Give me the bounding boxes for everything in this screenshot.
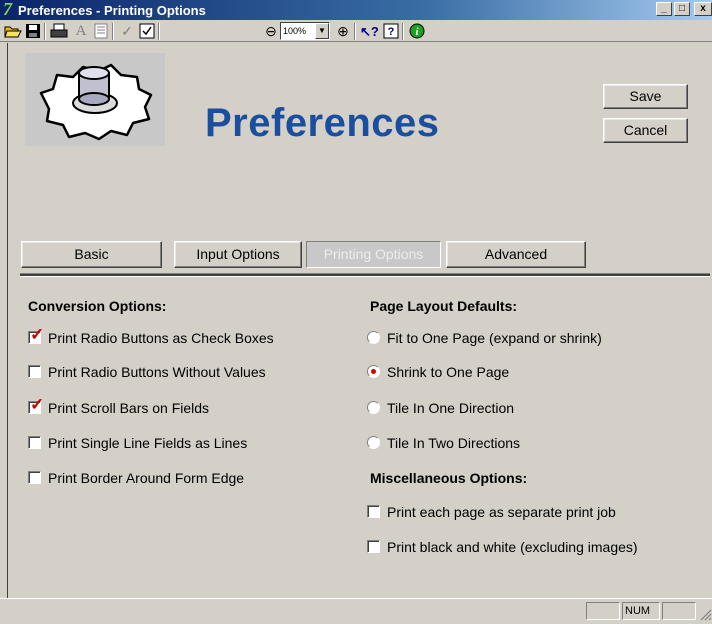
- option-label: Tile In Two Directions: [387, 435, 521, 451]
- option-radio-as-checkboxes[interactable]: ✓ Print Radio Buttons as Check Boxes: [28, 326, 358, 348]
- num-lock-indicator: NUM: [622, 602, 660, 620]
- option-label: Shrink to One Page: [387, 364, 510, 380]
- minimize-button[interactable]: _: [656, 2, 672, 16]
- svg-text:?: ?: [388, 26, 395, 38]
- zoom-in-icon[interactable]: ⊕: [334, 23, 352, 40]
- option-label: Print Radio Buttons Without Values: [48, 364, 266, 380]
- tab-basic[interactable]: Basic: [21, 241, 162, 268]
- cancel-button[interactable]: Cancel: [603, 118, 688, 143]
- option-fit-one-page[interactable]: Fit to One Page (expand or shrink): [367, 330, 697, 348]
- conversion-options-title: Conversion Options:: [28, 298, 167, 314]
- help-icon[interactable]: ?: [382, 23, 400, 40]
- radio-button[interactable]: [367, 436, 380, 449]
- spell-form-icon[interactable]: [138, 23, 156, 40]
- toolbar: A ✓ ⊖ 100% ▼ ⊕ ↖? ? i: [0, 20, 712, 42]
- chevron-down-icon[interactable]: ▼: [315, 23, 329, 39]
- checkbox[interactable]: [367, 505, 380, 518]
- option-label: Print Single Line Fields as Lines: [48, 435, 248, 451]
- checkbox[interactable]: ✓: [28, 326, 44, 344]
- radio-button[interactable]: [367, 401, 380, 414]
- resize-grip-icon[interactable]: [698, 607, 712, 621]
- radio-button[interactable]: [367, 365, 380, 378]
- save-icon[interactable]: [24, 23, 42, 40]
- zoom-value: 100%: [283, 26, 307, 36]
- tab-input-options[interactable]: Input Options: [174, 241, 302, 268]
- zoom-out-icon[interactable]: ⊖: [262, 23, 280, 40]
- option-radio-without-values[interactable]: Print Radio Buttons Without Values: [28, 364, 358, 382]
- status-bar: NUM: [0, 598, 712, 624]
- option-scroll-bars[interactable]: ✓ Print Scroll Bars on Fields: [28, 396, 358, 418]
- tab-divider: [20, 273, 710, 277]
- checkbox[interactable]: ✓: [28, 396, 44, 414]
- status-cell-empty: [662, 602, 696, 620]
- toolbar-separator: [354, 23, 356, 40]
- page-layout-title: Page Layout Defaults:: [370, 298, 518, 314]
- maximize-button[interactable]: □: [674, 2, 690, 16]
- option-tile-two-directions[interactable]: Tile In Two Directions: [367, 435, 697, 453]
- option-label: Fit to One Page (expand or shrink): [387, 330, 602, 346]
- option-label: Print black and white (excluding images): [387, 539, 638, 555]
- checkbox[interactable]: [28, 471, 41, 484]
- option-label: Print Border Around Form Edge: [48, 470, 245, 486]
- option-label: Print Radio Buttons as Check Boxes: [48, 330, 274, 346]
- spell-check-icon[interactable]: ✓: [118, 23, 136, 40]
- option-label: Print Scroll Bars on Fields: [48, 400, 210, 416]
- option-label: Tile In One Direction: [387, 400, 515, 416]
- print-icon[interactable]: [50, 23, 68, 40]
- preferences-window: 7 Preferences - Printing Options _ □ x A…: [0, 0, 712, 624]
- option-separate-print-job[interactable]: Print each page as separate print job: [367, 504, 707, 522]
- option-label: Print each page as separate print job: [387, 504, 616, 520]
- toolbar-separator: [402, 23, 404, 40]
- option-border-form-edge[interactable]: Print Border Around Form Edge: [28, 470, 358, 488]
- checkbox[interactable]: [28, 436, 41, 449]
- option-black-and-white[interactable]: Print black and white (excluding images): [367, 539, 707, 557]
- title-bar[interactable]: 7 Preferences - Printing Options _ □ x: [0, 0, 712, 20]
- checkbox[interactable]: [28, 365, 41, 378]
- option-single-line-fields[interactable]: Print Single Line Fields as Lines: [28, 435, 358, 453]
- preferences-panel: Preferences Save Cancel Basic Input Opti…: [9, 43, 712, 598]
- zoom-select[interactable]: 100% ▼: [280, 22, 330, 40]
- radio-dot-icon: [371, 369, 376, 374]
- toolbar-separator: [112, 23, 114, 40]
- radio-button[interactable]: [367, 331, 380, 344]
- status-cell-empty: [586, 602, 620, 620]
- whats-this-icon[interactable]: ↖?: [360, 23, 379, 40]
- save-button[interactable]: Save: [603, 84, 688, 109]
- info-icon[interactable]: i: [408, 23, 426, 40]
- tab-advanced[interactable]: Advanced: [446, 241, 586, 268]
- close-button[interactable]: x: [694, 2, 712, 16]
- checkbox[interactable]: [367, 540, 380, 553]
- check-mark-icon: ✓: [30, 395, 45, 414]
- window-left-frame: [0, 43, 8, 598]
- window-title: Preferences - Printing Options: [18, 3, 206, 18]
- page-title: Preferences: [205, 101, 440, 145]
- tab-printing-options[interactable]: Printing Options: [306, 241, 441, 268]
- app-icon: 7: [3, 0, 12, 19]
- option-tile-one-direction[interactable]: Tile In One Direction: [367, 400, 697, 418]
- misc-options-title: Miscellaneous Options:: [370, 470, 528, 486]
- option-shrink-one-page[interactable]: Shrink to One Page: [367, 364, 697, 382]
- form-icon[interactable]: [92, 23, 110, 40]
- gear-logo-icon: [25, 53, 165, 146]
- font-icon[interactable]: A: [72, 23, 90, 40]
- check-mark-icon: ✓: [30, 325, 45, 344]
- toolbar-separator: [158, 23, 160, 40]
- open-folder-icon[interactable]: [4, 23, 22, 40]
- toolbar-separator: [44, 23, 46, 40]
